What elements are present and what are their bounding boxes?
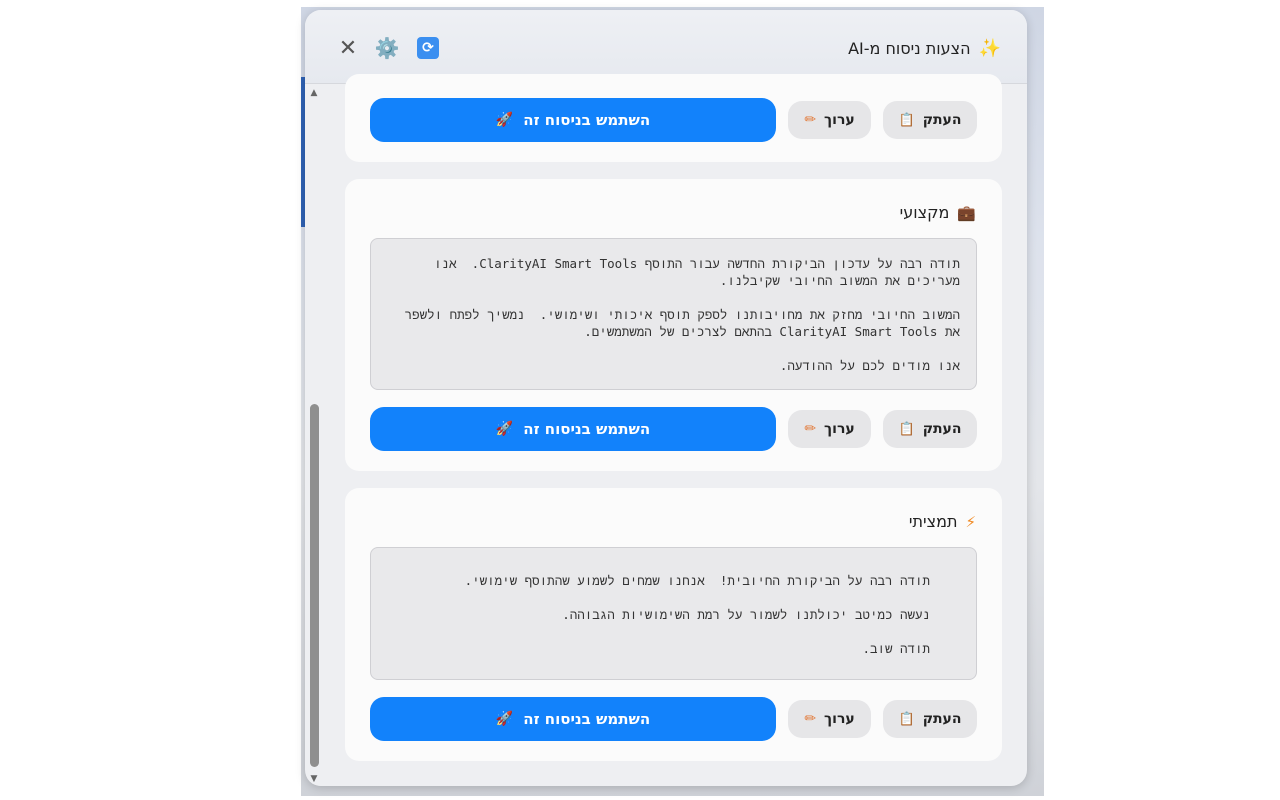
clipboard-icon: 📋	[898, 112, 915, 128]
rocket-icon: 🚀	[495, 711, 514, 727]
briefcase-icon: 💼	[957, 203, 976, 222]
suggestion-text[interactable]: תודה רבה על עדכון הביקורת החדשה עבור התו…	[370, 238, 977, 390]
use-suggestion-label: השתמש בניסוח זה	[523, 420, 651, 438]
edit-button[interactable]: ערוך ✏	[788, 410, 871, 448]
sparkle-icon: ✨	[978, 38, 1001, 59]
use-suggestion-button[interactable]: השתמש בניסוח זה 🚀	[370, 697, 776, 741]
suggestion-card-concise: ⚡ תמציתי תודה רבה על הביקורת החיובית! אנ…	[345, 488, 1002, 761]
edit-label: ערוך	[824, 711, 855, 727]
clipboard-icon: 📋	[898, 711, 915, 727]
suggestion-text[interactable]: תודה רבה על הביקורת החיובית! אנחנו שמחים…	[370, 547, 977, 680]
card-actions: השתמש בניסוח זה 🚀 ערוך ✏ העתק 📋	[370, 98, 977, 142]
copy-label: העתק	[922, 711, 962, 727]
rocket-icon: 🚀	[495, 112, 514, 128]
close-button[interactable]: ✕	[337, 35, 359, 61]
use-suggestion-button[interactable]: השתמש בניסוח זה 🚀	[370, 407, 776, 451]
refresh-button[interactable]: ⟳	[417, 37, 439, 59]
settings-button[interactable]: ⚙️	[374, 36, 400, 60]
suggestions-list: השתמש בניסוח זה 🚀 ערוך ✏ העתק 📋 💼 מקצועי…	[305, 74, 1027, 786]
clipboard-icon: 📋	[898, 421, 915, 437]
copy-label: העתק	[922, 421, 962, 437]
pencil-icon: ✏	[804, 112, 817, 128]
pencil-icon: ✏	[804, 711, 817, 727]
suggestion-card: השתמש בניסוח זה 🚀 ערוך ✏ העתק 📋	[345, 74, 1002, 162]
edit-button[interactable]: ערוך ✏	[788, 101, 871, 139]
edit-button[interactable]: ערוך ✏	[788, 700, 871, 738]
panel-title: ✨ הצעות ניסוח מ-AI	[848, 38, 1001, 59]
use-suggestion-button[interactable]: השתמש בניסוח זה 🚀	[370, 98, 776, 142]
card-title-text: מקצועי	[899, 203, 950, 222]
card-title: ⚡ תמציתי	[909, 512, 976, 531]
gear-icon: ⚙️	[374, 36, 400, 60]
lightning-icon: ⚡	[965, 512, 976, 531]
use-suggestion-label: השתמש בניסוח זה	[523, 111, 651, 129]
copy-button[interactable]: העתק 📋	[883, 101, 977, 139]
edit-label: ערוך	[824, 112, 855, 128]
card-title-text: תמציתי	[908, 512, 958, 531]
panel-title-text: הצעות ניסוח מ-AI	[848, 39, 971, 58]
copy-label: העתק	[922, 112, 962, 128]
ai-suggestions-panel: ✨ הצעות ניסוח מ-AI ⟳ ⚙️ ✕ ▲ ▼ השתמש בניס…	[305, 10, 1027, 786]
copy-button[interactable]: העתק 📋	[883, 410, 977, 448]
suggestion-card-professional: 💼 מקצועי תודה רבה על עדכון הביקורת החדשה…	[345, 179, 1002, 471]
card-actions: השתמש בניסוח זה 🚀 ערוך ✏ העתק 📋	[370, 407, 977, 451]
rocket-icon: 🚀	[495, 421, 514, 437]
pencil-icon: ✏	[804, 421, 817, 437]
use-suggestion-label: השתמש בניסוח זה	[523, 710, 651, 728]
card-title: 💼 מקצועי	[900, 203, 976, 222]
panel-header: ✨ הצעות ניסוח מ-AI ⟳ ⚙️ ✕	[305, 10, 1027, 84]
copy-button[interactable]: העתק 📋	[883, 700, 977, 738]
refresh-icon: ⟳	[422, 40, 434, 56]
edit-label: ערוך	[824, 421, 855, 437]
card-actions: השתמש בניסוח זה 🚀 ערוך ✏ העתק 📋	[370, 697, 977, 741]
close-icon: ✕	[338, 35, 358, 61]
